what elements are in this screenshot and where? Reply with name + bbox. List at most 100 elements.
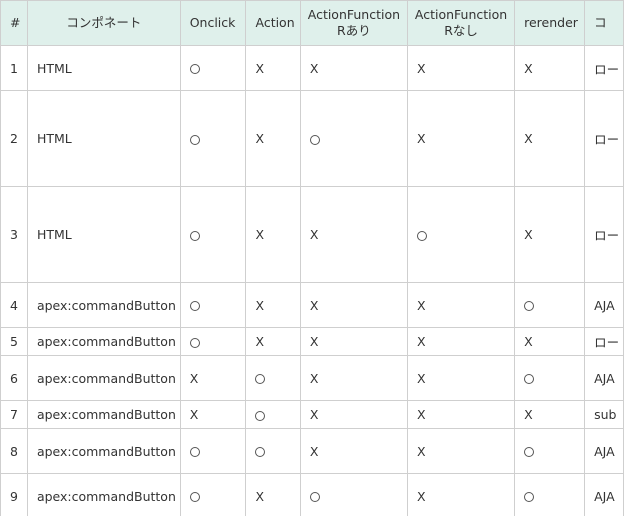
- circle-mark-icon: [255, 374, 266, 384]
- cell-actionfunction-r: X: [299, 327, 408, 356]
- x-mark: X: [416, 60, 426, 76]
- cell-action: [245, 400, 301, 429]
- cell-component: apex:commandButton: [26, 400, 181, 429]
- header-actionfunction-n-line1: ActionFunction: [414, 7, 508, 22]
- cell-component: apex:commandButton: [26, 327, 181, 356]
- x-mark: X: [189, 370, 199, 386]
- cell-onclick: [179, 45, 247, 91]
- table-row: 7 apex:commandButton X X X X sub: [0, 400, 624, 429]
- cell-index: 1: [0, 45, 28, 91]
- cell-last: ロー: [584, 45, 624, 91]
- cell-index: 2: [0, 90, 28, 187]
- cell-actionfunction-n: X: [406, 355, 516, 401]
- cell-rerender: [514, 355, 586, 401]
- circle-mark-icon: [255, 447, 266, 457]
- cell-index: 8: [0, 428, 28, 474]
- x-mark: X: [189, 407, 199, 422]
- x-mark: X: [309, 334, 319, 349]
- cell-last: AJA: [584, 473, 624, 516]
- cell-last: sub: [584, 400, 624, 429]
- x-mark: X: [416, 370, 426, 386]
- circle-mark-icon: [189, 230, 200, 241]
- circle-mark-icon: [309, 492, 320, 502]
- x-mark: X: [524, 60, 533, 76]
- cell-last: AJA: [584, 282, 624, 328]
- x-mark: X: [416, 488, 426, 504]
- cell-action: X: [245, 186, 301, 283]
- header-rerender: rerender: [514, 0, 586, 46]
- cell-rerender: [514, 473, 586, 516]
- cell-rerender: X: [514, 90, 586, 187]
- circle-mark-icon: [189, 64, 200, 74]
- cell-rerender: X: [514, 400, 586, 429]
- cell-rerender: X: [514, 45, 586, 91]
- x-mark: X: [255, 488, 265, 504]
- cell-index: 7: [0, 400, 28, 429]
- x-mark: X: [255, 297, 265, 313]
- x-mark: X: [416, 131, 426, 146]
- table-row: 1 HTML X X X X ロー: [0, 45, 624, 91]
- cell-component: apex:commandButton: [26, 428, 181, 474]
- circle-mark-icon: [416, 230, 427, 241]
- cell-actionfunction-n: X: [406, 428, 516, 474]
- circle-mark-icon: [189, 447, 200, 457]
- cell-index: 4: [0, 282, 28, 328]
- cell-action: X: [245, 282, 301, 328]
- cell-action: X: [245, 45, 301, 91]
- cell-onclick: X: [179, 355, 247, 401]
- x-mark: X: [524, 407, 533, 422]
- cell-actionfunction-r: [299, 90, 408, 187]
- x-mark: X: [524, 334, 533, 349]
- header-actionfunction-r-line1: ActionFunction: [307, 7, 401, 22]
- header-action: Action: [245, 0, 301, 46]
- cell-last: AJA: [584, 355, 624, 401]
- table-row: 8 apex:commandButton X X AJA: [0, 428, 624, 474]
- cell-actionfunction-n: [406, 186, 516, 283]
- cell-index: 6: [0, 355, 28, 401]
- header-onclick: Onclick: [179, 0, 247, 46]
- circle-mark-icon: [524, 301, 535, 311]
- circle-mark-icon: [524, 374, 535, 384]
- cell-actionfunction-r: X: [299, 45, 408, 91]
- cell-index: 9: [0, 473, 28, 516]
- cell-actionfunction-n: X: [406, 327, 516, 356]
- cell-index: 3: [0, 186, 28, 283]
- x-mark: X: [416, 407, 426, 422]
- cell-onclick: [179, 327, 247, 356]
- x-mark: X: [309, 407, 319, 422]
- cell-rerender: X: [514, 186, 586, 283]
- cell-actionfunction-r: X: [299, 355, 408, 401]
- circle-mark-icon: [309, 134, 320, 145]
- table-viewport: # コンポネート Onclick Action ActionFunction R…: [0, 0, 624, 516]
- table-row: 6 apex:commandButton X X X AJA: [0, 355, 624, 401]
- cell-last: ロー: [584, 327, 624, 356]
- cell-action: X: [245, 90, 301, 187]
- cell-last: AJA: [584, 428, 624, 474]
- circle-mark-icon: [255, 410, 266, 421]
- cell-actionfunction-n: X: [406, 282, 516, 328]
- cell-onclick: [179, 90, 247, 187]
- circle-mark-icon: [189, 134, 200, 145]
- x-mark: X: [309, 443, 319, 459]
- table-row: 2 HTML X X X ロー: [0, 90, 624, 187]
- cell-actionfunction-n: X: [406, 400, 516, 429]
- cell-component: apex:commandButton: [26, 473, 181, 516]
- header-actionfunction-n-line2: Rなし: [444, 23, 478, 38]
- cell-last: ロー: [584, 186, 624, 283]
- x-mark: X: [416, 334, 426, 349]
- cell-actionfunction-r: X: [299, 186, 408, 283]
- cell-action: X: [245, 327, 301, 356]
- cell-component: HTML: [26, 90, 181, 187]
- cell-component: apex:commandButton: [26, 282, 181, 328]
- cell-actionfunction-r: X: [299, 400, 408, 429]
- header-actionfunction-r: ActionFunction Rあり: [299, 0, 408, 46]
- x-mark: X: [255, 334, 265, 349]
- cell-action: [245, 355, 301, 401]
- cell-onclick: [179, 282, 247, 328]
- table-row: 5 apex:commandButton X X X X ロー: [0, 327, 624, 356]
- cell-action: [245, 428, 301, 474]
- cell-index: 5: [0, 327, 28, 356]
- cell-component: HTML: [26, 186, 181, 283]
- x-mark: X: [309, 297, 319, 313]
- header-index: #: [0, 0, 28, 46]
